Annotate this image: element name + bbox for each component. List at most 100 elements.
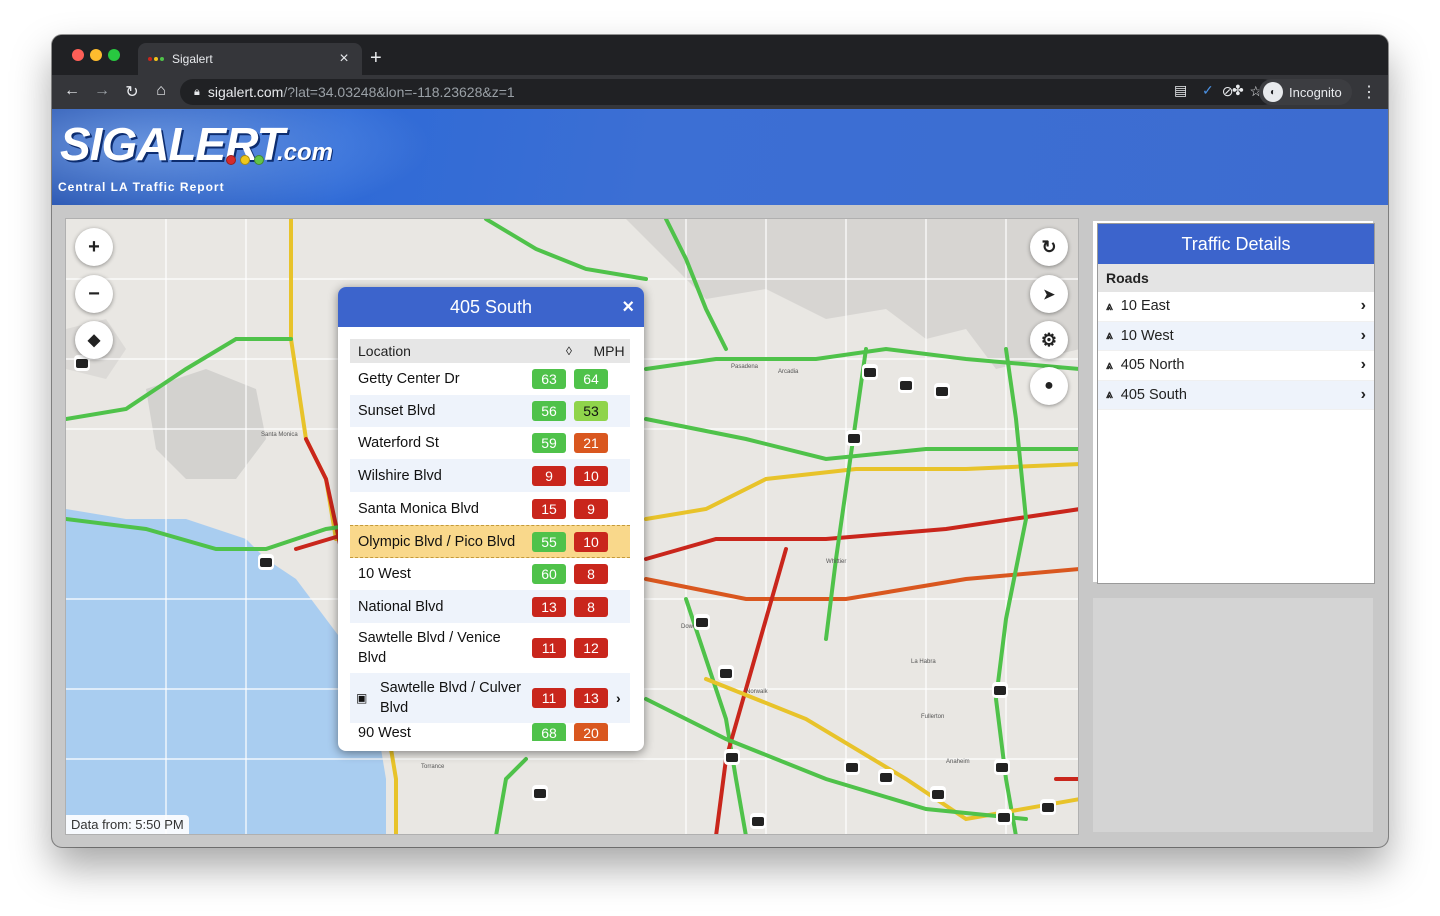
speed-table-header: Location ◊ MPH (350, 339, 630, 363)
row-location: Sunset Blvd (358, 403, 436, 419)
route-popup: 405 South × Location ◊ MPH Getty Center … (338, 287, 644, 751)
logo-com: .com (277, 139, 334, 166)
speed-value: 8 (574, 564, 608, 584)
road-label: 405 South (1120, 386, 1187, 403)
camera-icon[interactable] (724, 749, 740, 765)
camera-icon[interactable] (930, 786, 946, 802)
table-row-highlighted[interactable]: Olympic Blvd / Pico Blvd 55 10 (350, 525, 630, 558)
table-row[interactable]: ▣ Sawtelle Blvd / Culver Blvd 11 13 › (350, 673, 630, 723)
minimize-window-button[interactable] (90, 49, 102, 61)
camera-icon[interactable] (898, 377, 914, 393)
tab-close-icon[interactable]: × (336, 50, 352, 68)
camera-icon[interactable] (844, 759, 860, 775)
row-location: Wilshire Blvd (358, 467, 442, 484)
report-subtitle: Central LA Traffic Report (58, 180, 225, 194)
place-label: Anaheim (946, 759, 970, 765)
camera-icon[interactable] (1040, 799, 1056, 815)
speed-value: 11 (532, 638, 566, 658)
table-row[interactable]: Santa Monica Blvd 15 9 (350, 492, 630, 525)
speed-value: 12 (574, 638, 608, 658)
address-bar[interactable]: 🔒︎ sigalert.com /?lat=34.03248&lon=-118.… (180, 79, 1276, 105)
reload-icon[interactable]: ↻ (122, 82, 142, 102)
tab-strip: Sigalert × + (52, 35, 1388, 75)
place-label: Torrance (421, 764, 445, 770)
user-icon[interactable]: ● (1030, 367, 1068, 405)
camera-icon[interactable] (258, 554, 274, 570)
speed-value: 11 (532, 688, 566, 708)
table-row[interactable]: 90 West 68 20 (350, 723, 630, 741)
refresh-icon[interactable]: ↻ (1030, 228, 1068, 266)
chevron-right-icon: › (1360, 356, 1366, 374)
settings-gear-icon[interactable]: ⚙ (1030, 321, 1068, 359)
road-item-405-north[interactable]: ⩓ 405 North › (1098, 351, 1374, 381)
empty-panel (1090, 595, 1376, 835)
extension-check-icon[interactable]: ✓ (1202, 82, 1214, 99)
table-row[interactable]: Sunset Blvd 56 53 (350, 395, 630, 427)
road-icon: ⩓ (1106, 357, 1113, 372)
speed-value: 15 (532, 498, 566, 519)
camera-icon[interactable] (532, 785, 548, 801)
tab-title: Sigalert (172, 52, 213, 66)
table-row[interactable]: Waterford St 59 21 (350, 427, 630, 459)
close-icon[interactable]: × (622, 296, 634, 319)
tab-sigalert[interactable]: Sigalert × (138, 43, 362, 75)
speed-value: 59 (532, 433, 566, 453)
table-row[interactable]: National Blvd 13 8 (350, 590, 630, 623)
browser-menu-icon[interactable]: ⋮ (1361, 82, 1377, 102)
road-item-405-south[interactable]: ⩓ 405 South › (1098, 380, 1374, 410)
camera-icon[interactable] (992, 682, 1008, 698)
speed-value: 13 (574, 688, 608, 708)
road-item-10-east[interactable]: ⩓ 10 East › (1098, 292, 1374, 322)
road-item-10-west[interactable]: ⩓ 10 West › (1098, 321, 1374, 351)
speed-value: 9 (574, 498, 608, 519)
table-row[interactable]: Sawtelle Blvd / Venice Blvd 11 12 (350, 623, 630, 673)
column-mph[interactable]: MPH (588, 343, 630, 359)
traffic-map[interactable]: Santa Monica Pasadena Arcadia Whittier L… (65, 218, 1079, 835)
zoom-in-button[interactable]: + (75, 228, 113, 266)
place-label: Pasadena (731, 364, 759, 370)
camera-icon[interactable] (994, 759, 1010, 775)
page-content: SIGALERT .com Central LA Traffic Report (52, 109, 1388, 847)
row-location: Waterford St (358, 435, 439, 451)
incognito-icon: ◐ (1263, 82, 1283, 102)
row-location: Sawtelle Blvd / Venice Blvd (358, 630, 501, 666)
road-icon: ⩓ (1106, 387, 1113, 402)
chevron-right-icon: › (1360, 297, 1366, 315)
camera-icon[interactable] (878, 769, 894, 785)
place-label: Whittier (826, 559, 847, 565)
roads-heading: Roads (1098, 264, 1374, 292)
camera-icon[interactable] (718, 665, 734, 681)
browser-window: Sigalert × + ← → ↻ ⌂ 🔒︎ sigalert.com /?l… (52, 35, 1388, 847)
document-extension-icon[interactable]: ▤ (1174, 82, 1187, 99)
back-arrow-icon[interactable]: ← (62, 82, 82, 100)
chevron-right-icon[interactable]: › (616, 690, 630, 706)
row-location: Santa Monica Blvd (358, 500, 479, 517)
road-label: 405 North (1120, 357, 1185, 374)
new-tab-icon[interactable]: + (370, 47, 382, 70)
camera-icon[interactable] (862, 364, 878, 380)
maximize-window-button[interactable] (108, 49, 120, 61)
speed-rows: Getty Center Dr 63 64 Sunset Blvd 56 53 (350, 363, 630, 741)
panel-title: Traffic Details (1098, 224, 1374, 264)
camera-icon[interactable] (750, 813, 766, 829)
site-header: SIGALERT .com Central LA Traffic Report (52, 109, 1388, 205)
directions-icon[interactable]: ◆ (75, 321, 113, 359)
popup-title: 405 South (449, 296, 533, 317)
table-row[interactable]: Wilshire Blvd 9 10 (350, 459, 630, 492)
camera-icon[interactable]: ▣ (356, 691, 372, 705)
table-row[interactable]: Getty Center Dr 63 64 (350, 363, 630, 395)
camera-icon[interactable] (694, 614, 710, 630)
zoom-out-button[interactable]: − (75, 275, 113, 313)
home-icon[interactable]: ⌂ (151, 82, 171, 100)
camera-icon[interactable] (846, 430, 862, 446)
camera-icon[interactable] (996, 809, 1012, 825)
incognito-badge[interactable]: ◐ Incognito (1259, 79, 1352, 105)
puzzle-extensions-icon[interactable]: ✤ (1232, 82, 1244, 99)
column-location[interactable]: Location (350, 343, 550, 359)
sort-toggle-icon[interactable]: ◊ (550, 344, 588, 358)
table-row[interactable]: 10 West 60 8 (350, 558, 630, 590)
forward-arrow-icon[interactable]: → (92, 82, 112, 100)
locate-arrow-icon[interactable]: ➤ (1030, 275, 1068, 313)
close-window-button[interactable] (72, 49, 84, 61)
camera-icon[interactable] (934, 383, 950, 399)
